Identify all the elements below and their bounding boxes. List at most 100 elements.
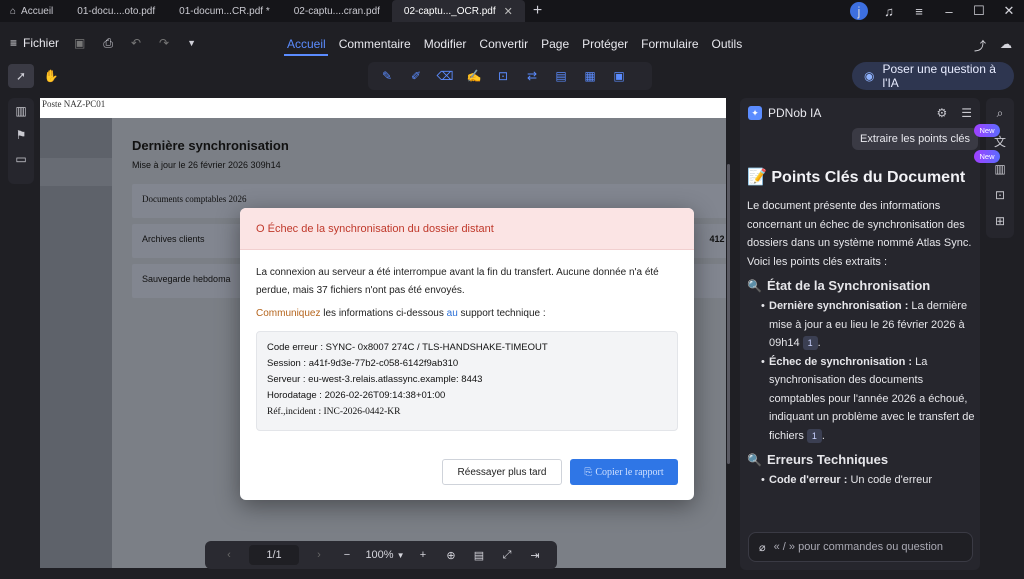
menu-proteger[interactable]: Protéger (576, 34, 634, 54)
contact-middle: les informations ci-dessous (320, 308, 447, 319)
organize-icon[interactable]: ▦ (579, 66, 601, 86)
list-item: Échec de synchronisation : La synchronis… (747, 353, 975, 446)
menu-outils[interactable]: Outils (706, 34, 749, 54)
tab-label: 01-docum...CR.pdf * (179, 5, 270, 17)
citation-badge[interactable]: 1 (806, 428, 822, 443)
ai-question-input[interactable]: ⌀ « / » pour commandes ou question (748, 532, 973, 562)
row-amount: 412 f (709, 234, 726, 244)
document-scrollbar[interactable] (727, 164, 730, 464)
attach-icon[interactable]: ⌀ (759, 541, 766, 554)
select-tool-icon[interactable]: ➚ (8, 64, 34, 88)
menu-accueil[interactable]: Accueil (281, 34, 332, 54)
save-icon[interactable]: ▣ (74, 36, 85, 51)
zoom-out-icon[interactable]: − (333, 549, 361, 561)
settings-icon[interactable]: ⚙ (936, 106, 947, 120)
avatar[interactable]: j (850, 2, 868, 20)
zoom-in-icon[interactable]: + (409, 549, 437, 561)
new-tab-icon[interactable]: + (525, 2, 550, 20)
edit-text-icon[interactable]: ✍ (463, 66, 485, 86)
share-icon[interactable]: ⤴ (974, 37, 986, 54)
eraser-icon[interactable]: ⌫ (434, 66, 456, 86)
close-icon[interactable]: ✕ (504, 5, 513, 18)
item-bold: Code d'erreur : (769, 474, 848, 486)
redo-icon[interactable]: ↷ (159, 36, 169, 51)
ai-title-text: Points Clés du Document (771, 169, 966, 186)
highlight-icon[interactable]: ✎ (376, 66, 398, 86)
bookmark-icon[interactable]: ⚑ (16, 128, 27, 142)
page-number-field[interactable]: 1/1 (249, 545, 299, 565)
ai-section-heading: 🔍 Erreurs Techniques (747, 449, 975, 471)
maximize-icon[interactable]: ☐ (964, 3, 994, 19)
list-item: Dernière synchronisation : La dernière m… (747, 297, 975, 353)
item-text: La synchronisation des documents comptab… (769, 355, 975, 442)
menu-formulaire[interactable]: Formulaire (635, 34, 704, 54)
copy-report-label: Copier le rapport (595, 466, 664, 478)
ocr-icon[interactable]: ⊡ (492, 66, 514, 86)
underline-icon[interactable]: ✐ (405, 66, 427, 86)
ocr-scan-icon[interactable]: ⊞ (995, 214, 1005, 228)
image-icon[interactable]: ▤ (550, 66, 572, 86)
next-page-icon[interactable]: › (305, 549, 333, 561)
chevron-down-icon[interactable]: ▼ (187, 36, 196, 51)
ai-response-title: 📝 Points Clés du Document (747, 162, 975, 193)
copy-report-button[interactable]: ⎘ Copier le rapport (570, 459, 678, 485)
hamburger-icon[interactable]: ≡ (904, 4, 934, 19)
tab-document-1[interactable]: 01-docu....oto.pdf (65, 0, 167, 22)
fit-width-icon[interactable]: ▤ (465, 549, 493, 562)
file-menu[interactable]: ≡ Fichier (10, 36, 59, 50)
print-icon[interactable]: ⎙ (103, 36, 113, 51)
scan-icon[interactable]: ⊡ (995, 188, 1005, 202)
undo-icon[interactable]: ↶ (131, 36, 141, 51)
item-bold: Échec de synchronisation : (769, 355, 913, 368)
thumbnails-icon[interactable]: ▥ (15, 104, 26, 118)
home-toolstrip: ✎ ✐ ⌫ ✍ ⊡ ⇄ ▤ ▦ ▣ (368, 62, 652, 90)
ask-ai-button[interactable]: ◉ Poser une question à l'IA (852, 62, 1014, 90)
ai-section-title: Erreurs Techniques (766, 452, 889, 467)
retry-later-button[interactable]: Réessayer plus tard (442, 459, 562, 485)
tab-document-2[interactable]: 01-docum...CR.pdf * (167, 0, 282, 22)
timestamp: Horodatage : 2026-02-26T09:14:38+01:00 (267, 390, 446, 401)
row-label: Sauvegarde hebdoma (142, 274, 231, 284)
search-icon: 🔍 (747, 279, 762, 293)
search-icon[interactable]: ⌕ (997, 106, 1004, 121)
compare-icon[interactable]: ▥ (994, 162, 1005, 176)
ai-response: 📝 Points Clés du Document Le document pr… (747, 162, 975, 490)
menu-commentaire[interactable]: Commentaire (333, 34, 417, 54)
hand-tool-icon[interactable]: ✋ (38, 64, 64, 88)
comment-icon[interactable]: ▭ (15, 152, 26, 166)
ai-panel-title: PDNob IA (768, 106, 822, 120)
device-name: Poste NAZ-PC01 (42, 99, 106, 109)
compress-icon[interactable]: ▣ (608, 66, 630, 86)
cursor-tools: ➚ ✋ (8, 64, 64, 88)
tab-label: 02-captu....cran.pdf (293, 5, 380, 17)
ai-section-heading: 🔍 État de la Synchronisation (747, 275, 975, 297)
cloud-icon[interactable]: ☁ (1000, 37, 1012, 54)
tab-home[interactable]: ⌂ Accueil (0, 0, 65, 22)
fullscreen-icon[interactable]: ⤢ (493, 549, 521, 562)
item-bold: Dernière synchronisation : (769, 300, 909, 312)
contact-instructions: Communiquez les informations ci-dessous … (256, 308, 678, 319)
zoom-level[interactable]: 100% ▼ (361, 549, 409, 561)
collapse-panel-icon[interactable]: ☰ (961, 106, 972, 120)
convert-icon[interactable]: ⇄ (521, 66, 543, 86)
ai-intro: Le document présente des informations co… (747, 200, 972, 268)
row-label: Documents comptables 2026 (142, 194, 247, 204)
ribbon-menus: Accueil Commentaire Modifier Convertir P… (281, 34, 749, 54)
list-item: Code d'erreur : Un code d'erreur (747, 471, 975, 490)
citation-badge[interactable]: 1 (802, 336, 818, 350)
extract-key-points-chip[interactable]: Extraire les points clés (852, 128, 979, 150)
tab-document-3[interactable]: 02-captu....cran.pdf (282, 0, 392, 22)
menu-modifier[interactable]: Modifier (418, 34, 473, 54)
menu-page[interactable]: Page (535, 34, 575, 54)
left-sidebar-rail: ▥ ⚑ ▭ (8, 98, 34, 184)
headset-icon[interactable]: ♫ (874, 4, 904, 19)
menu-convertir[interactable]: Convertir (473, 34, 534, 54)
prev-page-icon[interactable]: ‹ (215, 549, 243, 561)
minimize-icon[interactable]: – (934, 4, 964, 19)
tab-document-4[interactable]: 02-captu..._OCR.pdf ✕ (391, 0, 525, 22)
fit-page-icon[interactable]: ⊕ (437, 549, 465, 562)
close-window-icon[interactable]: ✕ (994, 3, 1024, 19)
page-title: Dernière synchronisation (132, 138, 289, 153)
item-text: Un code d'erreur (847, 474, 933, 486)
exit-icon[interactable]: ⇥ (521, 549, 549, 562)
